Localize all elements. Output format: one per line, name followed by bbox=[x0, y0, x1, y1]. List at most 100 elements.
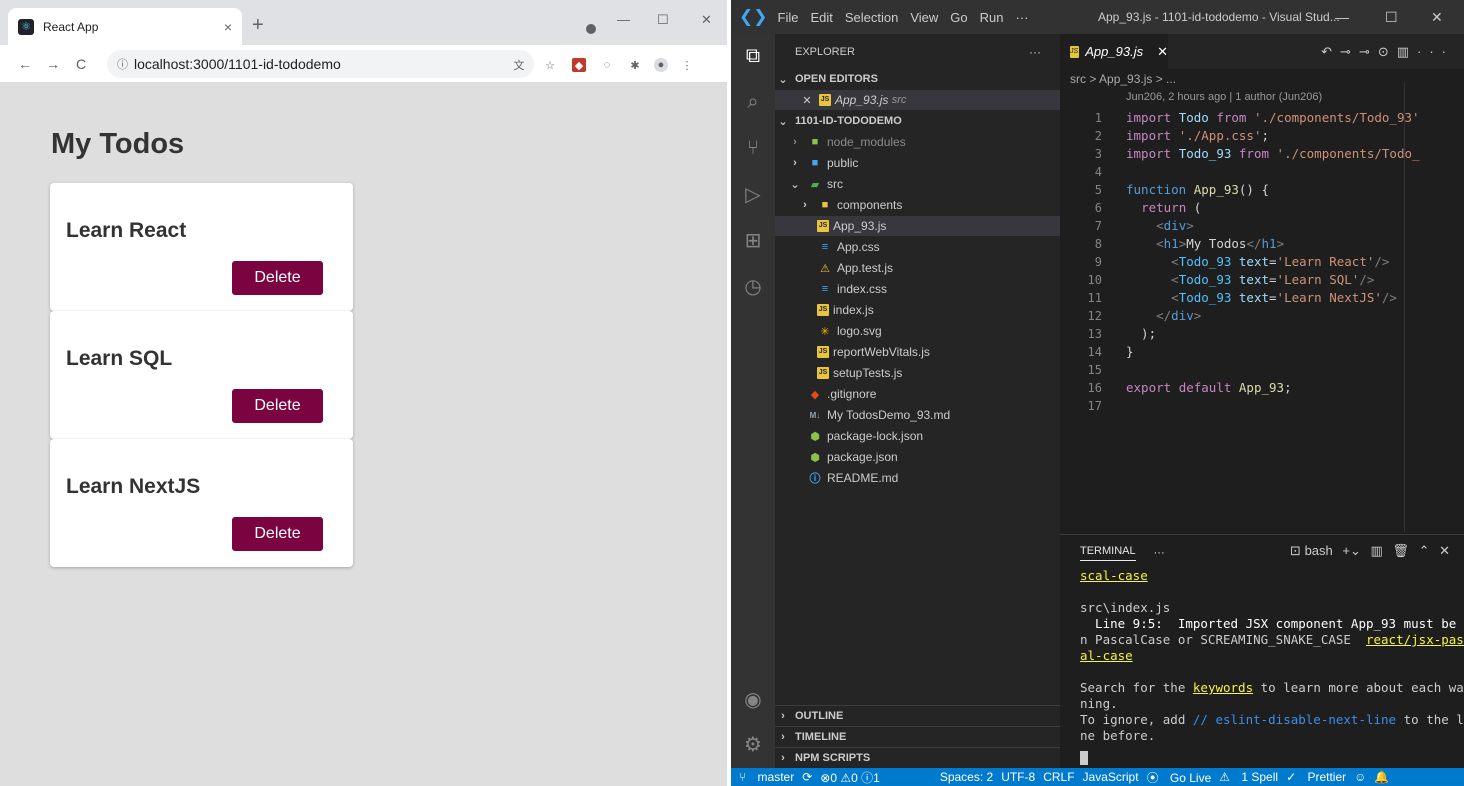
menu-go[interactable]: Go bbox=[950, 10, 967, 25]
tree-item-app-css[interactable]: ≡ App.css bbox=[775, 237, 1060, 257]
code-line[interactable]: <Todo_93 text='Learn NextJS'/> bbox=[1126, 290, 1397, 305]
spell-indicator[interactable]: ⚠ 1 Spell bbox=[1219, 770, 1278, 784]
forward-button[interactable]: → bbox=[42, 56, 64, 72]
more-actions-icon[interactable]: ··· bbox=[1154, 547, 1165, 559]
translate-icon[interactable]: 文 bbox=[512, 58, 526, 72]
puzzle-extensions-icon[interactable]: ✱ bbox=[628, 58, 642, 72]
code-line[interactable]: <Todo_93 text='Learn SQL'/> bbox=[1126, 272, 1374, 287]
minimize-button[interactable]: — bbox=[617, 12, 630, 27]
code-line[interactable]: import './App.css'; bbox=[1126, 128, 1269, 143]
trash-icon[interactable]: 🗑 bbox=[1392, 543, 1409, 558]
sync-icon[interactable]: ⟳ bbox=[802, 770, 812, 784]
run-debug-icon[interactable]: ▷ bbox=[731, 174, 775, 214]
window-close-button[interactable]: ✕ bbox=[701, 12, 712, 28]
more-actions-icon[interactable]: ··· bbox=[1029, 42, 1049, 62]
add-terminal-icon[interactable]: +⌄ bbox=[1342, 543, 1360, 558]
code-line[interactable]: return ( bbox=[1126, 200, 1201, 215]
editor-actions[interactable]: ↶⊸⊸⊙▥··· bbox=[1321, 44, 1454, 60]
tree-item-node-modules[interactable]: › ■ node_modules bbox=[775, 132, 1060, 152]
search-icon[interactable]: ⌕ bbox=[731, 82, 775, 122]
settings-gear-icon[interactable]: ⚙ bbox=[731, 724, 775, 764]
open-editor-item[interactable]: ✕ JS App_93.js src bbox=[775, 90, 1060, 110]
code-line[interactable]: export default App_93; bbox=[1126, 380, 1292, 395]
tree-item-components[interactable]: › ■ components bbox=[775, 195, 1060, 215]
back-button[interactable]: ← bbox=[14, 56, 36, 72]
branch-indicator[interactable]: ⑂ master bbox=[739, 770, 794, 784]
accounts-icon[interactable]: ◉ bbox=[731, 679, 775, 719]
tree-item-setuptests-js[interactable]: JS setupTests.js bbox=[775, 363, 1060, 383]
minimize-button[interactable]: — bbox=[1335, 9, 1349, 25]
open-editors-section[interactable]: ⌄ OPEN EDITORS bbox=[775, 69, 1060, 89]
close-panel-icon[interactable]: ✕ bbox=[1439, 543, 1450, 558]
menu-more[interactable]: ··· bbox=[1016, 10, 1029, 25]
tree-item-package-json[interactable]: ⬢ package.json bbox=[775, 447, 1060, 467]
code-line[interactable]: function App_93() { bbox=[1126, 182, 1269, 197]
code-line[interactable]: ); bbox=[1126, 326, 1156, 341]
tree-item-package-lock[interactable]: ⬢ package-lock.json bbox=[775, 426, 1060, 446]
project-section[interactable]: ⌄ 1101-ID-TODODEMO bbox=[775, 111, 1060, 131]
code-line[interactable]: </div> bbox=[1126, 308, 1201, 323]
language-mode[interactable]: JavaScript bbox=[1083, 770, 1139, 784]
menu-file[interactable]: File bbox=[778, 10, 799, 25]
profile-icon[interactable]: ● bbox=[654, 58, 668, 72]
tree-item-md[interactable]: M↓ My TodosDemo_93.md bbox=[775, 405, 1060, 425]
prettier-indicator[interactable]: ✓ Prettier bbox=[1286, 770, 1346, 784]
split-terminal-icon[interactable]: ▥ bbox=[1371, 543, 1383, 558]
tree-item-reportwebvitals-js[interactable]: JS reportWebVitals.js bbox=[775, 342, 1060, 362]
timeline-icon[interactable]: ◷ bbox=[731, 266, 775, 306]
tab-search-icon[interactable] bbox=[586, 24, 596, 34]
tab-close-icon[interactable]: × bbox=[224, 19, 232, 35]
terminal-tab[interactable]: TERMINAL bbox=[1080, 545, 1136, 561]
menu-view[interactable]: View bbox=[910, 10, 938, 25]
timeline-section[interactable]: › TIMELINE bbox=[775, 726, 1060, 746]
tree-item-app-93-js[interactable]: JS App_93.js bbox=[775, 216, 1060, 236]
terminal-shell[interactable]: bash bbox=[1305, 543, 1333, 558]
npm-scripts-section[interactable]: › NPM SCRIPTS bbox=[775, 747, 1060, 767]
tree-item-index-js[interactable]: JS index.js bbox=[775, 300, 1060, 320]
terminal-line[interactable]: scal-case bbox=[1080, 568, 1148, 583]
delete-button[interactable]: Delete bbox=[232, 389, 323, 423]
go-live-button[interactable]: ⦿ Go Live bbox=[1147, 769, 1212, 786]
info-icon[interactable]: ⓘ bbox=[117, 56, 128, 72]
editor-tab[interactable]: JS App_93.js ✕ bbox=[1060, 34, 1168, 69]
close-icon[interactable]: ✕ bbox=[799, 94, 815, 107]
git-codelens[interactable]: Jun206, 2 hours ago | 1 author (Jun206) bbox=[1126, 91, 1322, 103]
code-line[interactable]: } bbox=[1126, 344, 1134, 359]
minimap[interactable] bbox=[1404, 82, 1464, 532]
feedback-icon[interactable]: ☺ bbox=[1354, 770, 1366, 784]
code-line[interactable]: import Todo_93 from './components/Todo_ bbox=[1126, 146, 1420, 161]
source-control-icon[interactable]: ⑂ bbox=[731, 128, 775, 168]
browser-tab[interactable]: ⚛ React App × bbox=[8, 8, 242, 45]
breadcrumb[interactable]: src > App_93.js > ... bbox=[1070, 72, 1176, 86]
eol[interactable]: CRLF bbox=[1043, 770, 1074, 784]
new-tab-button[interactable]: + bbox=[252, 14, 264, 37]
tree-item-gitignore[interactable]: ◆ .gitignore bbox=[775, 384, 1060, 404]
menu-edit[interactable]: Edit bbox=[810, 10, 832, 25]
problems-indicator[interactable]: ⊗0 ⚠0 ⓘ1 bbox=[820, 769, 880, 786]
terminal-line[interactable]: al-case bbox=[1080, 648, 1133, 663]
maximize-button[interactable]: ☐ bbox=[1385, 9, 1398, 26]
code-line[interactable]: <Todo_93 text='Learn React'/> bbox=[1126, 254, 1389, 269]
extension-icon[interactable]: ◆ bbox=[572, 58, 586, 72]
tree-item-logo-svg[interactable]: ✳ logo.svg bbox=[775, 321, 1060, 341]
menu-kebab-icon[interactable]: ⋮ bbox=[680, 58, 694, 72]
reload-button[interactable]: C bbox=[70, 56, 92, 72]
maximize-button[interactable]: ☐ bbox=[657, 12, 669, 28]
address-bar[interactable]: ⓘ localhost:3000/1101-id-tododemo bbox=[107, 50, 534, 78]
tree-item-app-test-js[interactable]: ⚠ App.test.js bbox=[775, 258, 1060, 278]
indentation[interactable]: Spaces: 2 bbox=[940, 770, 993, 784]
extensions-icon[interactable]: ⊞ bbox=[731, 220, 775, 260]
close-button[interactable]: ✕ bbox=[1431, 9, 1443, 26]
bookmark-star-icon[interactable]: ☆ bbox=[543, 58, 557, 72]
code-line[interactable]: <h1>My Todos</h1> bbox=[1126, 236, 1284, 251]
extension-icon[interactable]: ◌ bbox=[600, 58, 614, 72]
explorer-icon[interactable]: ⧉ bbox=[731, 36, 775, 76]
tree-item-src[interactable]: ⌄ ▰ src bbox=[775, 174, 1060, 194]
code-line[interactable]: <div> bbox=[1126, 218, 1194, 233]
notifications-bell-icon[interactable]: 🔔 bbox=[1374, 770, 1389, 784]
close-icon[interactable]: ✕ bbox=[1157, 44, 1168, 60]
menu-run[interactable]: Run bbox=[980, 10, 1004, 25]
terminal-shell-icon[interactable]: ⊡ bbox=[1290, 543, 1301, 558]
tree-item-public[interactable]: › ■ public bbox=[775, 153, 1060, 173]
delete-button[interactable]: Delete bbox=[232, 517, 323, 551]
